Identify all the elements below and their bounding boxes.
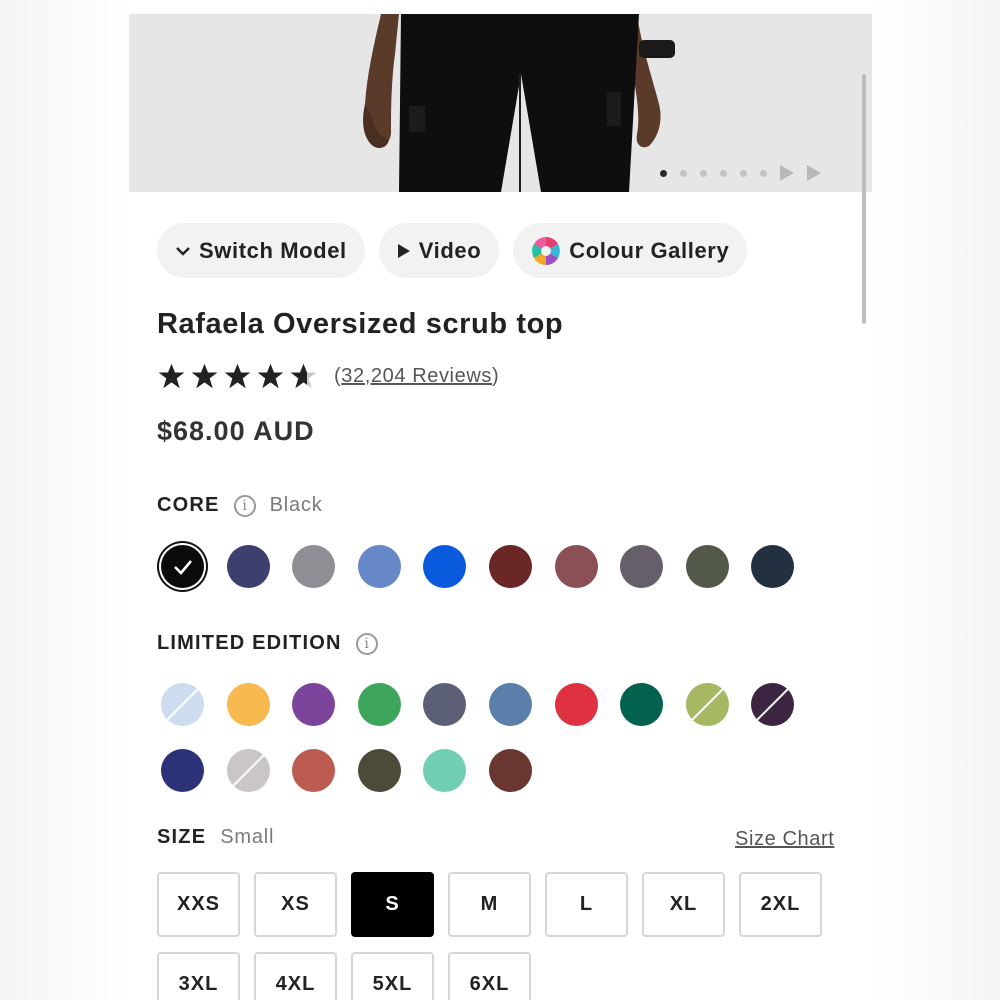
carousel-dot[interactable]	[660, 169, 667, 177]
sold-out-slash	[163, 684, 203, 724]
size-option-xl[interactable]: XL	[642, 872, 725, 937]
colour-swatch[interactable]	[554, 683, 598, 726]
core-label: CORE	[157, 494, 220, 516]
colour-swatch[interactable]	[489, 545, 532, 588]
colour-swatch-sold-out[interactable]	[685, 683, 729, 726]
play-icon	[397, 243, 411, 259]
colour-swatch[interactable]	[751, 545, 795, 588]
reviews-count[interactable]: 32,204 Reviews	[341, 365, 492, 387]
carousel-dot[interactable]	[760, 169, 767, 177]
colour-swatch[interactable]	[226, 683, 270, 726]
size-header: SIZE Small	[157, 826, 274, 849]
background-right	[872, 0, 1000, 1000]
colour-swatch[interactable]	[357, 749, 401, 792]
size-option-2xl[interactable]: 2XL	[739, 872, 822, 937]
video-button[interactable]: Video	[378, 223, 500, 278]
colour-swatch[interactable]	[489, 683, 532, 726]
info-icon[interactable]: i	[233, 494, 256, 517]
size-option-l[interactable]: L	[545, 872, 628, 937]
size-option-s[interactable]: S	[351, 872, 434, 937]
colour-swatch[interactable]	[226, 545, 270, 588]
selected-colour-name: Black	[269, 494, 323, 516]
product-rating[interactable]: (32,204 Reviews)	[157, 362, 499, 390]
star-half-icon	[290, 363, 317, 389]
size-option-6xl[interactable]: 6XL	[448, 952, 531, 1000]
colour-wheel-icon	[531, 236, 561, 266]
product-image[interactable]	[129, 14, 872, 192]
product-price: $68.00 AUD	[157, 416, 315, 446]
colour-swatch[interactable]	[423, 545, 467, 588]
colour-swatch[interactable]	[357, 545, 401, 588]
carousel-dot[interactable]	[680, 169, 687, 177]
sold-out-slash	[229, 750, 268, 790]
play-icon[interactable]	[807, 165, 821, 181]
background-left	[0, 0, 129, 1000]
selected-size-name: Small	[220, 826, 275, 848]
colour-swatch[interactable]	[554, 545, 598, 588]
star-icon	[191, 363, 218, 389]
info-icon[interactable]: i	[355, 632, 378, 655]
size-option-xs[interactable]: XS	[254, 872, 337, 937]
media-chips: Switch Model Video Colour Gallery	[157, 223, 748, 278]
colour-swatch[interactable]	[161, 749, 204, 792]
colour-swatch[interactable]	[620, 545, 664, 588]
size-chart-link[interactable]: Size Chart	[735, 828, 834, 851]
scrollbar[interactable]	[862, 74, 866, 324]
star-icon	[224, 363, 251, 389]
colour-swatch-sold-out[interactable]	[751, 683, 795, 726]
video-label: Video	[418, 237, 482, 263]
checkmark-icon	[161, 545, 204, 588]
colour-swatch[interactable]	[161, 545, 204, 588]
switch-model-label: Switch Model	[199, 237, 347, 263]
rating-stars	[157, 362, 318, 390]
star-icon	[257, 363, 284, 389]
carousel-indicator[interactable]	[660, 164, 821, 182]
colour-swatch[interactable]	[292, 749, 336, 792]
colour-swatch-sold-out[interactable]	[226, 749, 270, 792]
size-option-3xl[interactable]: 3XL	[157, 952, 240, 1000]
colour-swatch[interactable]	[423, 749, 467, 792]
colour-swatch-sold-out[interactable]	[161, 683, 204, 726]
size-option-xxs[interactable]: XXS	[157, 872, 240, 937]
play-icon[interactable]	[780, 165, 794, 181]
colour-gallery-button[interactable]: Colour Gallery	[513, 223, 748, 278]
colour-swatch[interactable]	[489, 749, 532, 792]
limited-edition-header: LIMITED EDITION i	[157, 632, 378, 655]
product-page: Switch Model Video Colour Gallery Rafael…	[129, 0, 872, 1000]
size-option-5xl[interactable]: 5XL	[351, 952, 434, 1000]
size-label: SIZE	[157, 826, 207, 848]
colour-swatch[interactable]	[292, 545, 336, 588]
size-option-m[interactable]: M	[448, 872, 531, 937]
reviews-link[interactable]: (32,204 Reviews)	[334, 365, 499, 388]
sold-out-slash	[688, 684, 727, 724]
colour-swatch[interactable]	[620, 683, 664, 726]
colour-swatch[interactable]	[685, 545, 729, 588]
core-colour-header: CORE i Black	[157, 494, 323, 517]
chevron-down-icon	[175, 245, 191, 257]
colour-swatch[interactable]	[292, 683, 336, 726]
switch-model-button[interactable]: Switch Model	[157, 223, 365, 278]
carousel-dot[interactable]	[700, 169, 707, 177]
sold-out-slash	[754, 684, 793, 724]
limited-edition-label: LIMITED EDITION	[157, 632, 342, 654]
carousel-dot[interactable]	[720, 169, 727, 177]
colour-gallery-label: Colour Gallery	[569, 237, 730, 263]
star-icon	[158, 363, 185, 389]
colour-swatch[interactable]	[423, 683, 467, 726]
colour-swatch[interactable]	[357, 683, 401, 726]
product-title: Rafaela Oversized scrub top	[157, 308, 564, 340]
carousel-dot[interactable]	[740, 169, 747, 177]
size-option-4xl[interactable]: 4XL	[254, 952, 337, 1000]
